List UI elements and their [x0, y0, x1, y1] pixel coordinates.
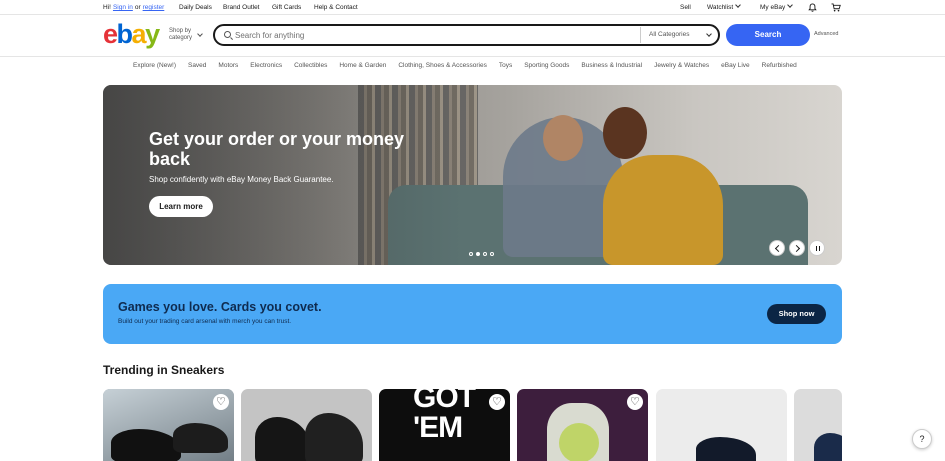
signin-prompt: Hi! Sign in or register — [103, 4, 164, 11]
nav-item-business-industrial[interactable]: Business & Industrial — [581, 62, 642, 69]
sneaker-image — [305, 413, 363, 461]
nav-item-electronics[interactable]: Electronics — [250, 62, 282, 69]
chevron-down-icon — [706, 31, 712, 37]
chevron-down-icon — [735, 2, 741, 8]
nav-item-saved[interactable]: Saved — [188, 62, 206, 69]
nav-item-home-garden[interactable]: Home & Garden — [339, 62, 386, 69]
hero-image-person — [603, 155, 723, 265]
category-label: category — [169, 35, 193, 41]
brand-outlet-link[interactable]: Brand Outlet — [223, 4, 260, 11]
bell-icon[interactable] — [808, 3, 817, 12]
hero-title: Get your order or your money back — [149, 129, 405, 169]
carousel-pause-button[interactable] — [809, 240, 825, 256]
card-text-got: GOT — [413, 389, 476, 414]
sneaker-image — [696, 437, 756, 461]
category-nav: Explore (New!) Saved Motors Electronics … — [133, 62, 797, 69]
search-input[interactable] — [235, 28, 635, 42]
nav-item-collectibles[interactable]: Collectibles — [294, 62, 327, 69]
daily-deals-link[interactable]: Daily Deals — [179, 4, 212, 11]
carousel-prev-button[interactable] — [769, 240, 785, 256]
trending-card[interactable]: GOT 'EM — [379, 389, 510, 461]
chevron-down-icon — [787, 2, 794, 8]
top-utility-bar: Hi! Sign in or register Daily Deals Bran… — [0, 0, 945, 15]
search-icon — [224, 31, 231, 38]
watchlist-menu[interactable]: Watchlist — [707, 2, 741, 11]
watchlist-label: Watchlist — [707, 4, 734, 11]
sneaker-image — [255, 417, 310, 461]
help-contact-link[interactable]: Help & Contact — [314, 4, 358, 11]
sneaker-accent — [559, 423, 599, 461]
header-divider — [0, 56, 945, 57]
myebay-label: My eBay — [760, 4, 786, 11]
carousel-dots — [469, 252, 497, 256]
shop-now-button[interactable]: Shop now — [767, 304, 826, 324]
promo-title: Games you love. Cards you covet. — [118, 300, 322, 314]
nav-item-explore[interactable]: Explore (New!) — [133, 62, 176, 69]
register-link[interactable]: register — [143, 4, 165, 11]
carousel-dot[interactable] — [490, 252, 494, 256]
ebay-logo[interactable]: ebay — [103, 21, 160, 48]
category-select[interactable]: All Categories — [640, 27, 718, 43]
hero-image-person-head — [543, 115, 583, 161]
myebay-menu[interactable]: My eBay — [760, 2, 794, 11]
greeting-text: Hi! — [103, 4, 111, 11]
promo-banner[interactable]: Games you love. Cards you covet. Build o… — [103, 284, 842, 344]
nav-item-clothing[interactable]: Clothing, Shoes & Accessories — [398, 62, 487, 69]
trending-card[interactable] — [656, 389, 787, 461]
nav-item-ebay-live[interactable]: eBay Live — [721, 62, 750, 69]
hero-image-person-head — [603, 107, 647, 159]
trending-card[interactable] — [794, 389, 842, 461]
trending-card[interactable] — [103, 389, 234, 461]
carousel-dot[interactable] — [469, 252, 473, 256]
search-bar: All Categories — [213, 24, 720, 46]
cart-icon[interactable] — [831, 3, 841, 12]
nav-item-refurbished[interactable]: Refurbished — [762, 62, 797, 69]
trending-card[interactable] — [241, 389, 372, 461]
signin-link[interactable]: Sign in — [113, 4, 133, 11]
nav-item-motors[interactable]: Motors — [218, 62, 238, 69]
hero-subtitle: Shop confidently with eBay Money Back Gu… — [149, 175, 334, 184]
carousel-next-button[interactable] — [789, 240, 805, 256]
trending-title: Trending in Sneakers — [103, 363, 225, 377]
heart-icon[interactable] — [627, 394, 643, 410]
learn-more-button[interactable]: Learn more — [149, 196, 213, 217]
shop-by-category-button[interactable]: Shop by category — [169, 28, 192, 42]
nav-item-toys[interactable]: Toys — [499, 62, 512, 69]
nav-item-jewelry-watches[interactable]: Jewelry & Watches — [654, 62, 709, 69]
trending-card[interactable] — [517, 389, 648, 461]
hero-carousel: Get your order or your money back Shop c… — [103, 85, 842, 265]
nav-item-sporting-goods[interactable]: Sporting Goods — [524, 62, 569, 69]
heart-icon[interactable] — [489, 394, 505, 410]
heart-icon[interactable] — [213, 394, 229, 410]
advanced-search-link[interactable]: Advanced — [814, 31, 838, 37]
or-text: or — [134, 4, 141, 11]
help-button[interactable]: ? — [912, 429, 932, 449]
category-select-value: All Categories — [649, 31, 690, 38]
search-button[interactable]: Search — [726, 24, 810, 46]
carousel-dot[interactable] — [483, 252, 487, 256]
gift-cards-link[interactable]: Gift Cards — [272, 4, 301, 11]
card-text-em: 'EM — [413, 411, 463, 444]
chevron-down-icon — [197, 31, 203, 37]
carousel-dot-active[interactable] — [476, 252, 480, 256]
shop-by-label: Shop by — [169, 28, 192, 34]
promo-subtitle: Build out your trading card arsenal with… — [118, 318, 292, 325]
sneaker-image — [814, 433, 842, 461]
sell-link[interactable]: Sell — [680, 4, 691, 11]
